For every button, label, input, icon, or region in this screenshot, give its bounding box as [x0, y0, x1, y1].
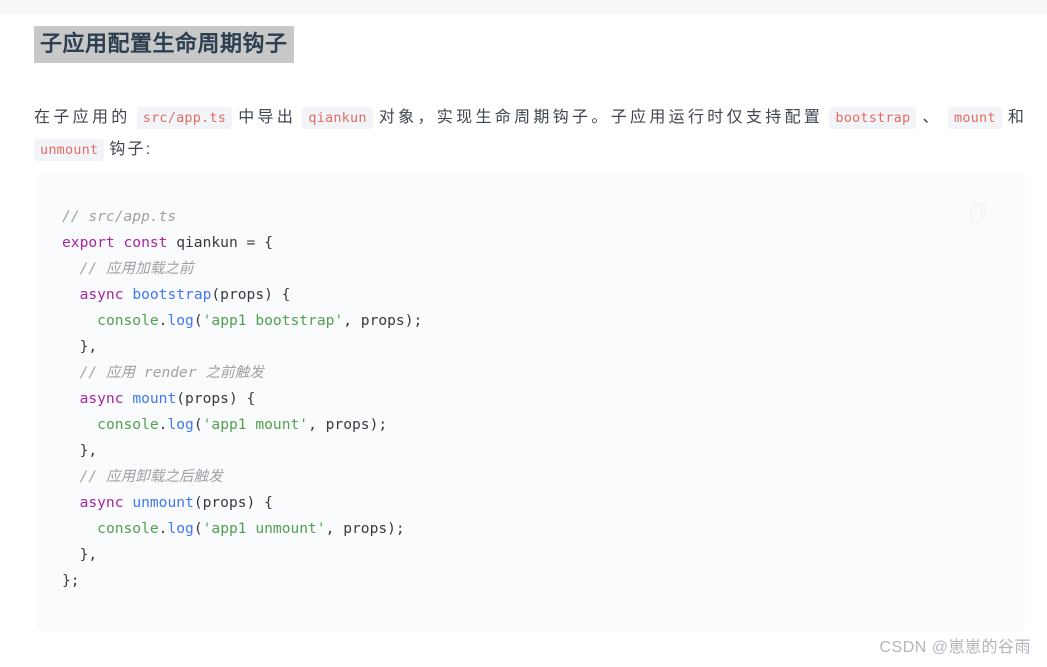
code-token-plain: qiankun = { [167, 234, 273, 251]
code-token-plain: }, [79, 338, 98, 355]
inline-code-src-app-ts: src/app.ts [136, 107, 233, 129]
copy-icon[interactable] [970, 204, 987, 222]
code-token-plain: ( [193, 312, 203, 329]
paragraph-text-2: 中导出 [238, 109, 297, 126]
paragraph-text-5: 和 [1007, 109, 1027, 126]
code-token-plain: , props); [325, 520, 405, 537]
code-block: // src/app.ts export const qiankun = { /… [36, 172, 1025, 632]
inline-code-unmount: unmount [34, 139, 105, 161]
code-token-kw: async [79, 390, 124, 407]
code-token-comment: // 应用加载之前 [79, 260, 194, 277]
page-title: 子应用配置生命周期钩子 [34, 26, 294, 63]
code-token-kw: const [123, 234, 168, 251]
code-token-fn: mount [132, 390, 177, 407]
code-content: // src/app.ts export const qiankun = { /… [36, 172, 1025, 594]
code-token-fn: bootstrap [132, 286, 212, 303]
code-token-kw: async [79, 494, 124, 511]
code-token-plain: (props) { [193, 494, 273, 511]
code-token-plain: (props) { [211, 286, 291, 303]
code-token-plain: ( [193, 416, 203, 433]
inline-code-qiankun: qiankun [302, 107, 373, 129]
paragraph-text-1: 在子应用的 [34, 109, 131, 126]
code-token-kw: async [79, 286, 124, 303]
code-token-built: console [97, 416, 159, 433]
code-token-str: 'app1 bootstrap' [202, 312, 344, 329]
code-token-str: 'app1 unmount' [202, 520, 326, 537]
page-content: 子应用配置生命周期钩子 在子应用的 src/app.ts 中导出 qiankun… [0, 14, 1047, 667]
code-token-plain: }, [79, 442, 98, 459]
top-strip [0, 0, 1047, 14]
paragraph-text-6: 钩子: [109, 141, 153, 158]
code-token-plain: }, [79, 546, 98, 563]
inline-code-mount: mount [948, 107, 1002, 129]
code-token-plain: , props); [343, 312, 423, 329]
paragraph-text-4: 、 [922, 109, 942, 126]
paragraph-text-3: 对象，实现生命周期钩子。子应用运行时仅支持配置 [378, 109, 824, 126]
code-token-plain: ( [193, 520, 203, 537]
inline-code-bootstrap: bootstrap [829, 107, 917, 129]
intro-paragraph: 在子应用的 src/app.ts 中导出 qiankun 对象，实现生命周期钩子… [34, 102, 1026, 166]
code-token-fn: log [167, 520, 194, 537]
code-token-kw: export [62, 234, 115, 251]
watermark: CSDN @崽崽的谷雨 [879, 639, 1031, 656]
code-token-str: 'app1 mount' [202, 416, 309, 433]
page-title-wrap: 子应用配置生命周期钩子 [34, 26, 294, 63]
code-token-comment: // src/app.ts [62, 208, 177, 225]
code-token-plain: , props); [308, 416, 388, 433]
code-token-comment: // 应用 render 之前触发 [79, 364, 264, 381]
code-lines: // src/app.ts export const qiankun = { /… [62, 208, 422, 589]
code-token-fn: log [167, 312, 194, 329]
code-token-plain: }; [62, 572, 80, 589]
code-token-built: console [97, 520, 159, 537]
code-token-fn: log [167, 416, 194, 433]
code-token-comment: // 应用卸载之后触发 [79, 468, 223, 485]
code-token-built: console [97, 312, 159, 329]
code-token-plain: (props) { [176, 390, 256, 407]
code-token-fn: unmount [132, 494, 194, 511]
